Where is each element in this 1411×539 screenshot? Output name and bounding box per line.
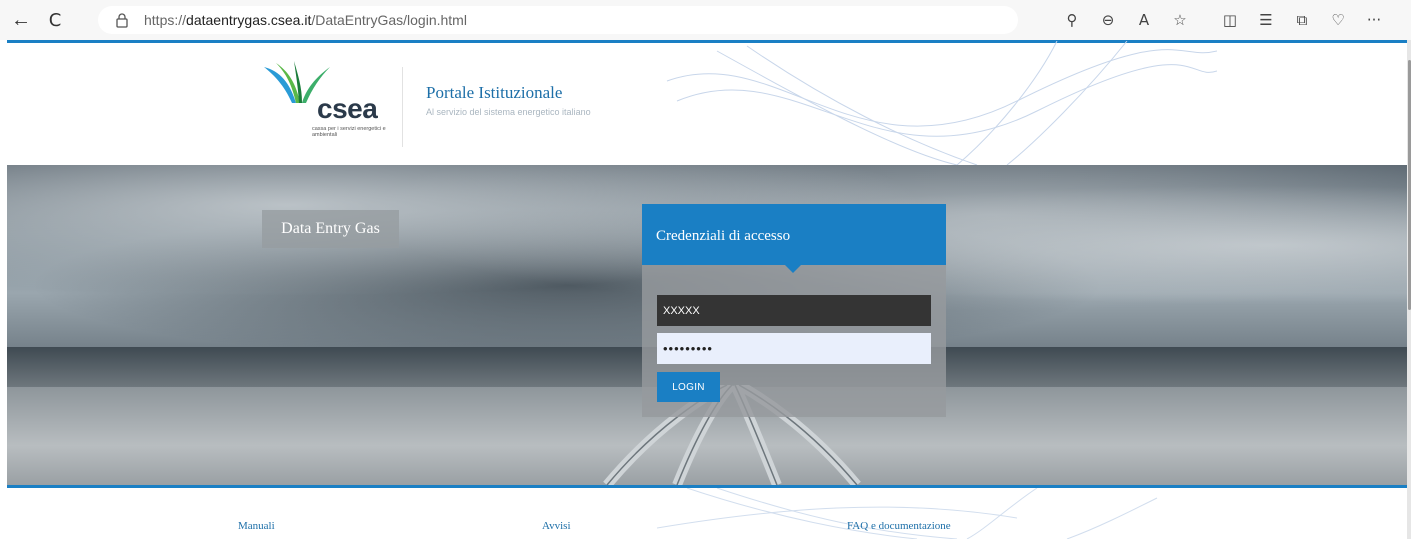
footer-link-avvisi[interactable]: Avvisi — [542, 520, 571, 532]
username-input[interactable] — [657, 295, 931, 326]
title-notch — [785, 265, 801, 273]
logo-tagline: cassa per i servizi energetici e ambient… — [312, 126, 386, 138]
refresh-icon[interactable]: C — [42, 7, 68, 33]
password-input[interactable] — [657, 333, 931, 364]
browser-actions: ⚲ ⊖ A ☆ ◫ ☰ ⧉ ♡ ··· — [1060, 8, 1386, 32]
hero-banner: Data Entry Gas Credenziali di accesso LO… — [7, 165, 1407, 485]
read-aloud-icon[interactable]: A — [1132, 8, 1156, 32]
browser-essentials-icon[interactable]: ♡ — [1326, 8, 1350, 32]
key-icon[interactable]: ⚲ — [1060, 8, 1084, 32]
decorative-waves — [666, 41, 1217, 165]
portal-subtitle: Al servizio del sistema energetico itali… — [426, 107, 591, 117]
logo-wordmark: csea — [317, 93, 378, 124]
login-button[interactable]: LOGIN — [657, 372, 720, 402]
favorite-star-icon[interactable]: ☆ — [1168, 8, 1192, 32]
header-divider — [402, 67, 403, 147]
csea-logo[interactable]: csea cassa per i servizi energetici e am… — [260, 61, 392, 139]
lock-icon — [116, 13, 128, 28]
url-text: https://dataentrygas.csea.it/DataEntryGa… — [144, 12, 467, 28]
login-panel-title: Credenziali di accesso — [642, 204, 946, 273]
web-page: csea cassa per i servizi energetici e am… — [7, 40, 1407, 539]
login-title-text: Credenziali di accesso — [656, 228, 791, 244]
zoom-out-icon[interactable]: ⊖ — [1096, 8, 1120, 32]
back-icon[interactable]: ← — [8, 7, 34, 33]
more-menu-icon[interactable]: ··· — [1362, 8, 1386, 32]
address-bar[interactable]: https://dataentrygas.csea.it/DataEntryGa… — [98, 6, 1018, 34]
footer-link-faq[interactable]: FAQ e documentazione — [847, 520, 951, 532]
portal-title: Portale Istituzionale — [426, 83, 563, 102]
app-name-badge: Data Entry Gas — [262, 210, 399, 248]
login-panel: Credenziali di accesso LOGIN — [642, 204, 946, 417]
footer-link-manuali[interactable]: Manuali — [238, 520, 275, 532]
browser-toolbar: ← C https://dataentrygas.csea.it/DataEnt… — [0, 0, 1411, 40]
favorites-list-icon[interactable]: ☰ — [1254, 8, 1278, 32]
split-screen-icon[interactable]: ◫ — [1218, 8, 1242, 32]
collections-icon[interactable]: ⧉ — [1290, 8, 1314, 32]
site-header: csea cassa per i servizi energetici e am… — [7, 41, 1407, 165]
